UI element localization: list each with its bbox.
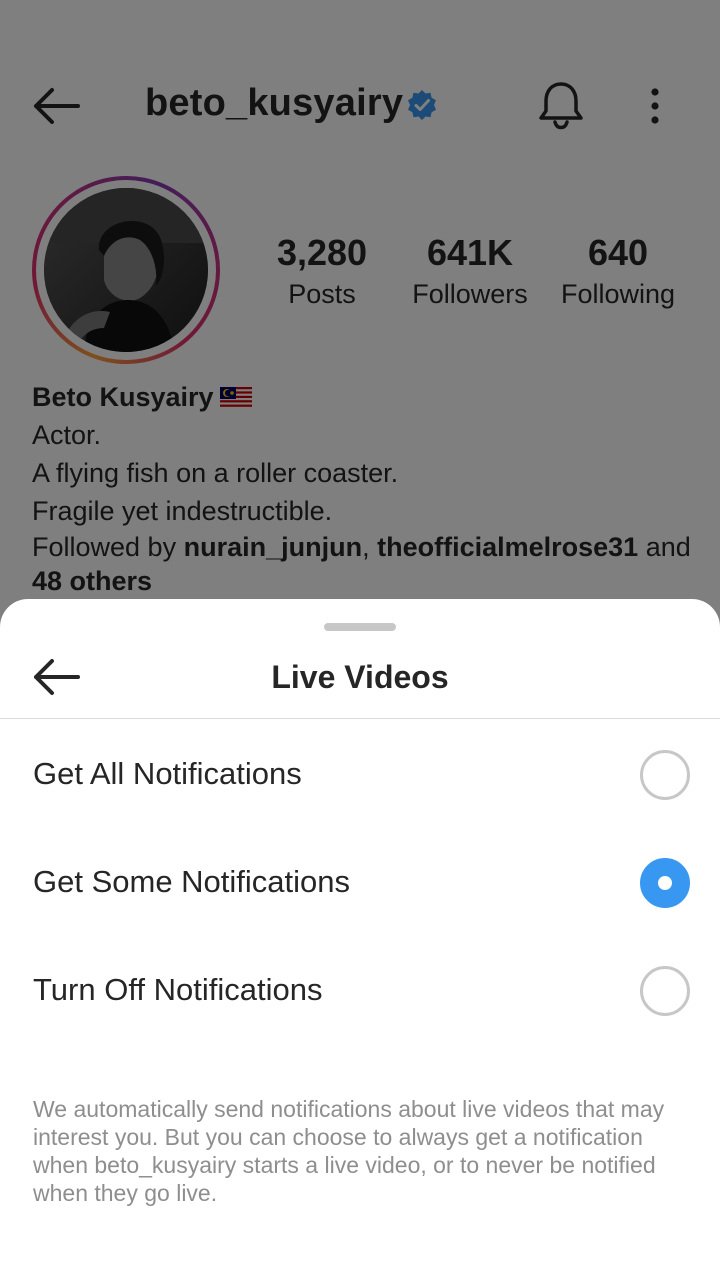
back-arrow-icon[interactable]: [30, 657, 82, 697]
option-label: Turn Off Notifications: [33, 972, 323, 1007]
radio-button-selected[interactable]: [640, 858, 690, 908]
sheet-title: Live Videos: [271, 659, 449, 695]
option-get-some[interactable]: Get Some Notifications: [0, 828, 720, 936]
radio-button[interactable]: [640, 966, 690, 1016]
option-turn-off[interactable]: Turn Off Notifications: [0, 936, 720, 1044]
sheet-description: We automatically send notifications abou…: [33, 1096, 665, 1206]
radio-button[interactable]: [640, 750, 690, 800]
option-get-all[interactable]: Get All Notifications: [0, 720, 720, 828]
sheet-drag-handle[interactable]: [324, 623, 396, 631]
option-label: Get Some Notifications: [33, 864, 351, 899]
sheet-divider: [0, 718, 720, 719]
option-label: Get All Notifications: [33, 756, 302, 791]
bottom-sheet: Live Videos Get All Notifications Get So…: [0, 599, 720, 1280]
